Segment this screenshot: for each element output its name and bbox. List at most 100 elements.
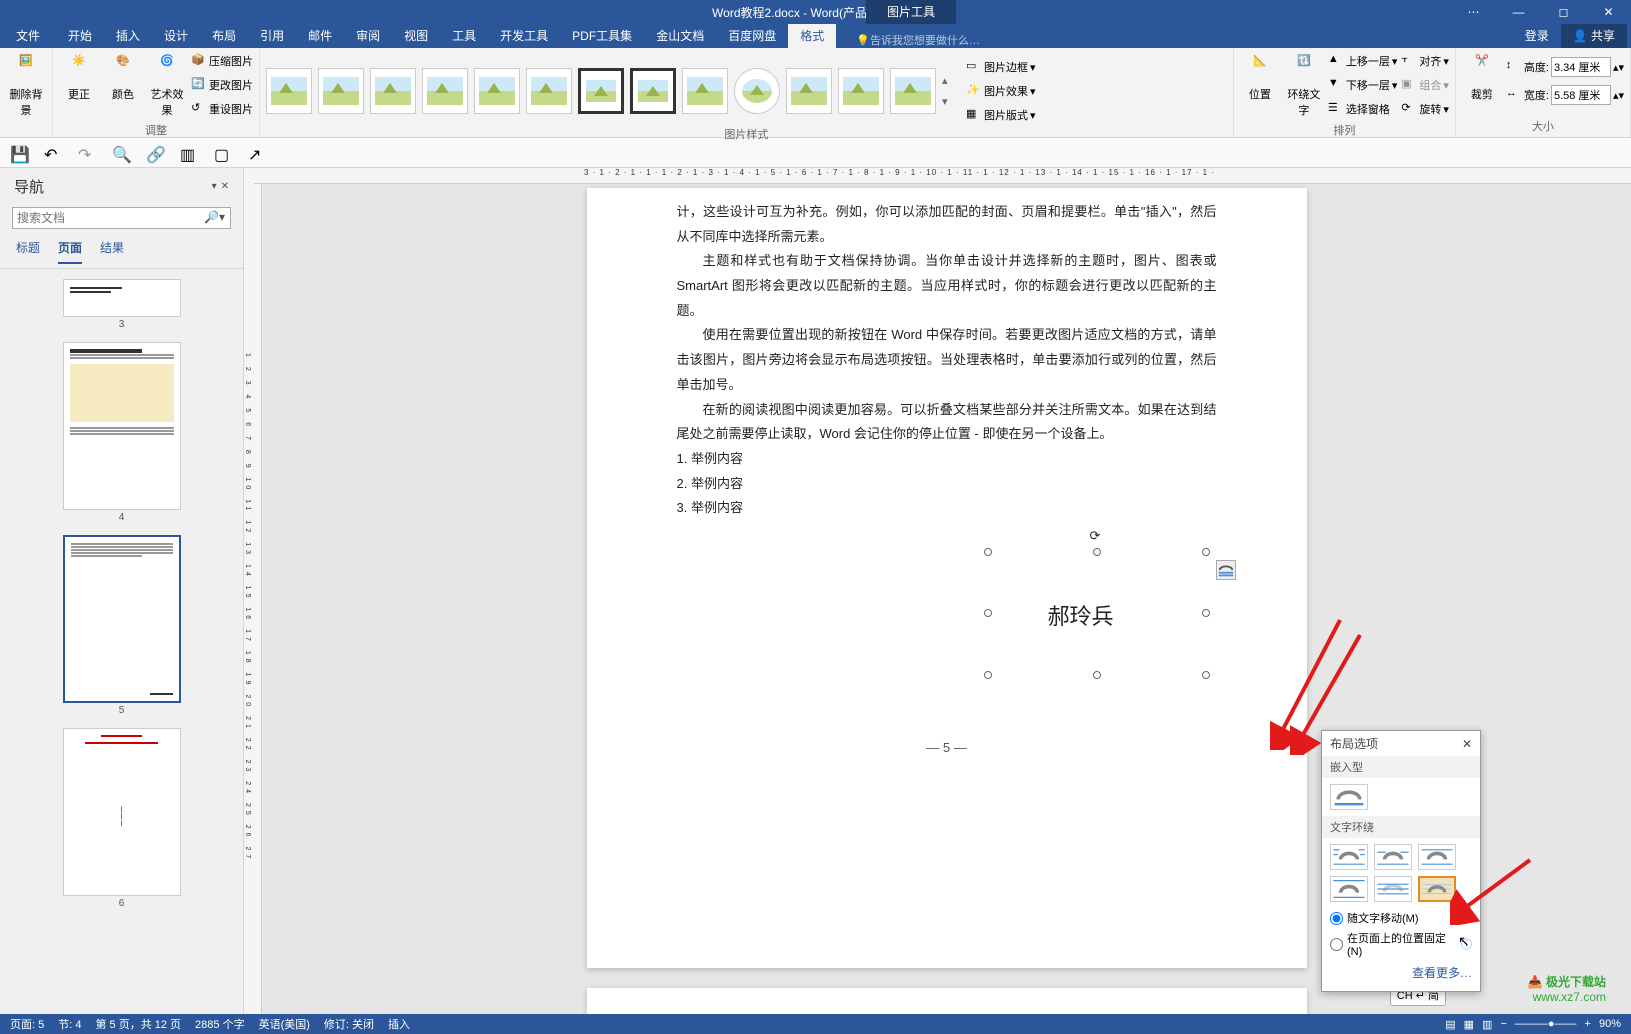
picture-style-8[interactable] — [630, 68, 676, 114]
wrap-through-option[interactable] — [1418, 844, 1456, 870]
tab-wps[interactable]: 金山文档 — [644, 23, 716, 48]
status-track-changes[interactable]: 修订: 关闭 — [324, 1016, 374, 1032]
tab-layout[interactable]: 布局 — [200, 23, 248, 48]
layout-options-button[interactable] — [1216, 560, 1236, 580]
picture-effects-button[interactable]: ✨图片效果 ▾ — [966, 80, 1036, 102]
send-backward-button[interactable]: ▼下移一层 ▾ — [1328, 74, 1398, 96]
see-more-link[interactable]: 查看更多… — [1322, 960, 1480, 985]
flyout-close-icon[interactable]: ✕ — [1462, 737, 1472, 751]
height-input[interactable] — [1551, 57, 1611, 77]
status-insert-mode[interactable]: 插入 — [388, 1016, 410, 1032]
styles-scroll-up-icon[interactable]: ▴ — [942, 74, 956, 87]
resize-handle[interactable] — [1093, 548, 1101, 556]
tab-design[interactable]: 设计 — [152, 23, 200, 48]
picture-border-button[interactable]: ▭图片边框 ▾ — [966, 56, 1036, 78]
picture-style-3[interactable] — [370, 68, 416, 114]
resize-handle[interactable] — [1202, 671, 1210, 679]
crop-button[interactable]: ✂️裁剪 — [1462, 50, 1502, 106]
resize-handle[interactable] — [984, 609, 992, 617]
styles-more-icon[interactable]: ▾ — [942, 95, 956, 108]
remove-background-button[interactable]: 🖼️ 删除背景 — [6, 50, 46, 122]
picture-style-13[interactable] — [890, 68, 936, 114]
print-preview-icon[interactable]: 🔍 — [112, 145, 128, 161]
nav-dropdown-icon[interactable]: ▾ — [212, 181, 217, 192]
picture-style-12[interactable] — [838, 68, 884, 114]
status-words[interactable]: 2885 个字 — [195, 1016, 245, 1032]
view-print-layout-icon[interactable]: ▦ — [1464, 1018, 1474, 1031]
layout-icon[interactable]: ▢ — [214, 145, 230, 161]
wrap-behind-option[interactable] — [1374, 876, 1412, 902]
share-button[interactable]: 👤 共享 — [1561, 23, 1627, 48]
color-button[interactable]: 🎨颜色 — [103, 50, 143, 106]
width-input[interactable] — [1551, 85, 1611, 105]
tab-review[interactable]: 审阅 — [344, 23, 392, 48]
page-thumbnail[interactable]: 3 — [63, 279, 181, 330]
ribbon-options-icon[interactable]: ⋯ — [1451, 0, 1496, 24]
status-language[interactable]: 英语(美国) — [259, 1016, 310, 1032]
minimize-icon[interactable]: — — [1496, 0, 1541, 24]
tab-view[interactable]: 视图 — [392, 23, 440, 48]
tab-references[interactable]: 引用 — [248, 23, 296, 48]
undo-icon[interactable]: ↶ ▾ — [44, 145, 60, 161]
selection-pane-button[interactable]: ☰选择窗格 — [1328, 98, 1398, 120]
tab-file[interactable]: 文件 — [0, 23, 56, 48]
tab-insert[interactable]: 插入 — [104, 23, 152, 48]
nav-tab-pages[interactable]: 页面 — [58, 239, 82, 264]
status-page[interactable]: 页面: 5 — [10, 1016, 44, 1032]
search-icon[interactable]: 🔎▾ — [204, 210, 225, 224]
picture-style-10[interactable] — [734, 68, 780, 114]
position-button[interactable]: 📐位置 — [1240, 50, 1280, 106]
redo-icon[interactable]: ↷ — [78, 145, 94, 161]
fixed-position-radio[interactable]: 在页面上的位置固定(N) ⓘ — [1322, 928, 1480, 960]
tab-developer[interactable]: 开发工具 — [488, 23, 560, 48]
view-read-mode-icon[interactable]: ▤ — [1445, 1018, 1455, 1031]
page-thumbnail[interactable]: ┃┃┃ 6 — [63, 728, 181, 909]
wrap-text-button[interactable]: 🔃环绕文字 — [1284, 50, 1324, 122]
tab-tools[interactable]: 工具 — [440, 23, 488, 48]
zoom-slider[interactable]: ———●—— — [1515, 1018, 1577, 1030]
wrap-in-front-option[interactable] — [1418, 876, 1456, 902]
picture-layout-button[interactable]: ▦图片版式 ▾ — [966, 104, 1036, 126]
tab-pdfkit[interactable]: PDF工具集 — [560, 23, 644, 48]
share-icon[interactable]: ↗ — [248, 145, 264, 161]
resize-handle[interactable] — [1093, 671, 1101, 679]
wrap-square-option[interactable] — [1330, 844, 1368, 870]
view-web-layout-icon[interactable]: ▥ — [1482, 1018, 1492, 1031]
nav-tab-headings[interactable]: 标题 — [16, 239, 40, 264]
picture-style-9[interactable] — [682, 68, 728, 114]
resize-handle[interactable] — [984, 671, 992, 679]
picture-style-11[interactable] — [786, 68, 832, 114]
tellme-search[interactable]: 💡 告诉我您想要做什么… — [856, 32, 980, 48]
tab-baidu[interactable]: 百度网盘 — [716, 23, 788, 48]
spinner-icon[interactable]: ▴▾ — [1613, 61, 1624, 74]
close-icon[interactable]: ✕ — [1586, 0, 1631, 24]
resize-handle[interactable] — [1202, 548, 1210, 556]
zoom-out-icon[interactable]: − — [1500, 1018, 1506, 1030]
rotate-handle-icon[interactable]: ⟳ — [1090, 524, 1104, 538]
maximize-icon[interactable]: ◻ — [1541, 0, 1586, 24]
resize-handle[interactable] — [1202, 609, 1210, 617]
corrections-button[interactable]: ☀️更正 — [59, 50, 99, 106]
picture-style-2[interactable] — [318, 68, 364, 114]
page-thumbnail[interactable]: 5 — [63, 535, 181, 716]
save-icon[interactable]: 💾 — [10, 145, 26, 161]
picture-style-6[interactable] — [526, 68, 572, 114]
search-input[interactable] — [12, 207, 231, 229]
spinner-icon[interactable]: ▴▾ — [1613, 89, 1624, 102]
info-icon[interactable]: ⓘ — [1461, 936, 1472, 952]
move-with-text-radio[interactable]: 随文字移动(M) ⓘ — [1322, 908, 1480, 928]
zoom-level[interactable]: 90% — [1599, 1018, 1621, 1030]
picture-style-5[interactable] — [474, 68, 520, 114]
picture-style-7[interactable] — [578, 68, 624, 114]
bring-forward-button[interactable]: ▲上移一层 ▾ — [1328, 50, 1398, 72]
columns-icon[interactable]: ▥ — [180, 145, 196, 161]
login-link[interactable]: 登录 — [1513, 23, 1561, 48]
rotate-button[interactable]: ⟳旋转 ▾ — [1401, 98, 1449, 120]
wrap-tight-option[interactable] — [1374, 844, 1412, 870]
align-button[interactable]: ⫟对齐 ▾ — [1401, 50, 1449, 72]
status-page-of[interactable]: 第 5 页，共 12 页 — [95, 1016, 181, 1032]
page-thumbnail[interactable]: 4 — [63, 342, 181, 523]
info-icon[interactable]: ⓘ — [1461, 910, 1472, 926]
document-page[interactable]: 计，这些设计可互为补充。例如，你可以添加匹配的封面、页眉和提要栏。单击"插入"，… — [587, 188, 1307, 968]
wrap-top-bottom-option[interactable] — [1330, 876, 1368, 902]
